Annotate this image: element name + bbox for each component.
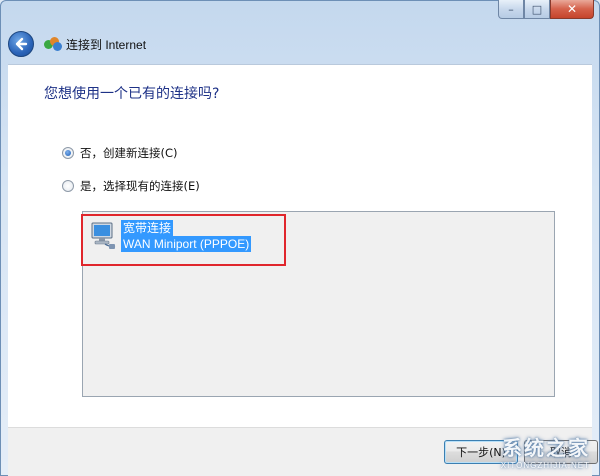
page-heading: 您想使用一个已有的连接吗? xyxy=(44,86,220,102)
radio-button-unchecked[interactable] xyxy=(62,180,74,192)
nav-bar: 连接到 Internet xyxy=(8,30,146,58)
option-new-connection[interactable]: 否，创建新连接(C) xyxy=(62,145,178,161)
back-button[interactable] xyxy=(8,31,34,57)
radio-dot xyxy=(65,150,71,156)
maximize-button[interactable]: □ xyxy=(524,0,550,19)
radio-button-checked[interactable] xyxy=(62,147,74,159)
watermark-text: 系统之家 xyxy=(502,438,590,460)
red-highlight-box xyxy=(81,214,286,266)
option-label: 否，创建新连接(C) xyxy=(80,146,178,160)
caption-buttons: – □ ✕ xyxy=(498,0,594,20)
network-globe-icon xyxy=(44,37,62,51)
minimize-button[interactable]: – xyxy=(498,0,524,19)
option-label: 是，选择现有的连接(E) xyxy=(80,179,200,193)
watermark-url: XITONGZHIJIA.NET xyxy=(500,461,590,470)
option-existing-connection[interactable]: 是，选择现有的连接(E) xyxy=(62,178,200,194)
close-button[interactable]: ✕ xyxy=(550,0,594,19)
site-watermark: 系统之家 XITONGZHIJIA.NET xyxy=(501,432,590,470)
arrow-left-icon xyxy=(15,37,28,51)
window-title: 连接到 Internet xyxy=(66,37,147,52)
